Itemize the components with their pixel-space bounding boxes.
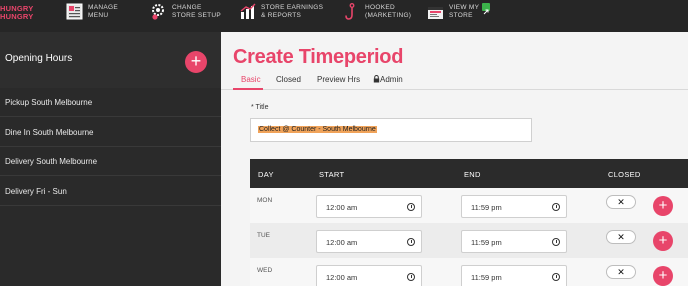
- add-time-row-button[interactable]: +: [653, 266, 673, 286]
- clock-icon: [407, 238, 415, 246]
- add-time-row-button[interactable]: +: [653, 196, 673, 216]
- tab-bar: Basic Closed Preview Hrs Admin: [221, 72, 688, 90]
- tab-preview-hrs[interactable]: Preview Hrs: [317, 75, 360, 84]
- nav-hooked-label: HOOKED (MARKETING): [365, 3, 411, 19]
- column-header-closed: CLOSED: [608, 170, 641, 179]
- nav-label-line: STORE: [449, 11, 473, 19]
- column-header-end: END: [464, 170, 481, 179]
- add-opening-hours-button[interactable]: +: [185, 51, 207, 73]
- external-link-icon: [482, 3, 491, 15]
- day-label: TUE: [257, 232, 270, 239]
- schedule-table-header: DAY START END CLOSED: [250, 159, 688, 188]
- closed-toggle[interactable]: ✕: [606, 230, 636, 244]
- start-time-input[interactable]: 12:00 am: [316, 195, 422, 218]
- bar-chart-icon: [239, 3, 257, 21]
- closed-toggle[interactable]: ✕: [606, 195, 636, 209]
- lock-icon: [373, 75, 380, 83]
- store-preview-icon: [427, 3, 445, 21]
- start-time-input[interactable]: 12:00 am: [316, 230, 422, 253]
- tab-admin-label: Admin: [380, 75, 403, 84]
- gear-icon: [150, 3, 168, 21]
- end-time-input[interactable]: 11:59 pm: [461, 265, 567, 286]
- nav-manage-menu-label: MANAGE MENU: [88, 3, 118, 19]
- sidebar-item-label: Delivery South Melbourne: [5, 157, 98, 166]
- nav-label-line: MENU: [88, 11, 109, 19]
- start-time-input[interactable]: 12:00 am: [316, 265, 422, 286]
- title-field-label: * Title: [251, 104, 269, 111]
- end-time-value: 11:59 pm: [471, 203, 502, 212]
- title-input[interactable]: Collect @ Counter - South Melbourne: [250, 118, 532, 142]
- sidebar-item-dine-in-south-melbourne[interactable]: Dine In South Melbourne: [0, 118, 221, 147]
- add-time-row-button[interactable]: +: [653, 231, 673, 251]
- menu-book-icon: [66, 3, 84, 21]
- sidebar-header: Opening Hours +: [0, 32, 221, 88]
- start-time-value: 12:00 am: [326, 238, 358, 247]
- brand-logo[interactable]: HUNGRY HUNGRY: [0, 5, 42, 20]
- day-label: MON: [257, 197, 273, 204]
- nav-label-line: STORE SETUP: [172, 11, 222, 19]
- tab-closed[interactable]: Closed: [276, 75, 301, 84]
- sidebar-title: Opening Hours: [5, 53, 73, 64]
- start-time-value: 12:00 am: [326, 273, 358, 282]
- main-content: Create Timeperiod Basic Closed Preview H…: [221, 32, 688, 286]
- nav-label-line: STORE EARNINGS: [261, 4, 324, 11]
- nav-manage-menu[interactable]: MANAGE MENU: [66, 3, 118, 29]
- nav-label-line: MANAGE: [88, 4, 118, 11]
- end-time-value: 11:59 pm: [471, 238, 502, 247]
- sidebar-item-label: Dine In South Melbourne: [5, 128, 94, 137]
- nav-view-my-store[interactable]: VIEW MY STORE: [427, 3, 491, 29]
- nav-store-earnings-label: STORE EARNINGS & REPORTS: [261, 3, 323, 19]
- active-tab-indicator: [233, 88, 263, 90]
- title-input-value: Collect @ Counter - South Melbourne: [258, 126, 377, 133]
- sidebar-item-pickup-south-melbourne[interactable]: Pickup South Melbourne: [0, 88, 221, 117]
- day-label: WED: [257, 267, 273, 274]
- clock-icon: [552, 238, 560, 246]
- table-row-mon: MON 12:00 am 11:59 pm ✕ +: [250, 188, 688, 223]
- clock-icon: [407, 203, 415, 211]
- nav-label-line: (MARKETING): [365, 11, 412, 19]
- nav-label-line: & REPORTS: [261, 11, 302, 19]
- nav-hooked-marketing[interactable]: HOOKED (MARKETING): [343, 3, 411, 29]
- sidebar-item-label: Pickup South Melbourne: [5, 98, 93, 107]
- nav-label-line: VIEW MY: [449, 4, 480, 11]
- start-time-value: 12:00 am: [326, 203, 358, 212]
- tab-admin[interactable]: Admin: [373, 75, 403, 84]
- nav-label-line: HOOKED: [365, 4, 395, 11]
- table-row-tue: TUE 12:00 am 11:59 pm ✕ +: [250, 223, 688, 258]
- column-header-day: DAY: [258, 170, 274, 179]
- sidebar-item-delivery-fri-sun[interactable]: Delivery Fri - Sun: [0, 177, 221, 206]
- sidebar-item-delivery-south-melbourne[interactable]: Delivery South Melbourne: [0, 147, 221, 176]
- end-time-input[interactable]: 11:59 pm: [461, 230, 567, 253]
- clock-icon: [552, 203, 560, 211]
- end-time-input[interactable]: 11:59 pm: [461, 195, 567, 218]
- closed-toggle[interactable]: ✕: [606, 265, 636, 279]
- sidebar: Opening Hours + Pickup South Melbourne D…: [0, 32, 221, 286]
- end-time-value: 11:59 pm: [471, 273, 502, 282]
- brand-line-2: HUNGRY: [0, 11, 34, 21]
- nav-view-store-label: VIEW MY STORE: [449, 3, 479, 19]
- nav-change-store-label: CHANGE STORE SETUP: [172, 3, 221, 19]
- page-title: Create Timeperiod: [233, 46, 404, 68]
- top-navigation-bar: HUNGRY HUNGRY MANAGE MENU CHANGE STORE S…: [0, 0, 688, 32]
- clock-icon: [552, 273, 560, 281]
- tab-basic[interactable]: Basic: [241, 75, 261, 84]
- hook-icon: [343, 3, 361, 21]
- nav-store-earnings[interactable]: STORE EARNINGS & REPORTS: [239, 3, 323, 29]
- nav-change-store-setup[interactable]: CHANGE STORE SETUP: [150, 3, 221, 29]
- table-row-wed: WED 12:00 am 11:59 pm ✕ +: [250, 258, 688, 286]
- clock-icon: [407, 273, 415, 281]
- column-header-start: START: [319, 170, 345, 179]
- sidebar-item-label: Delivery Fri - Sun: [5, 187, 67, 196]
- nav-label-line: CHANGE: [172, 4, 202, 11]
